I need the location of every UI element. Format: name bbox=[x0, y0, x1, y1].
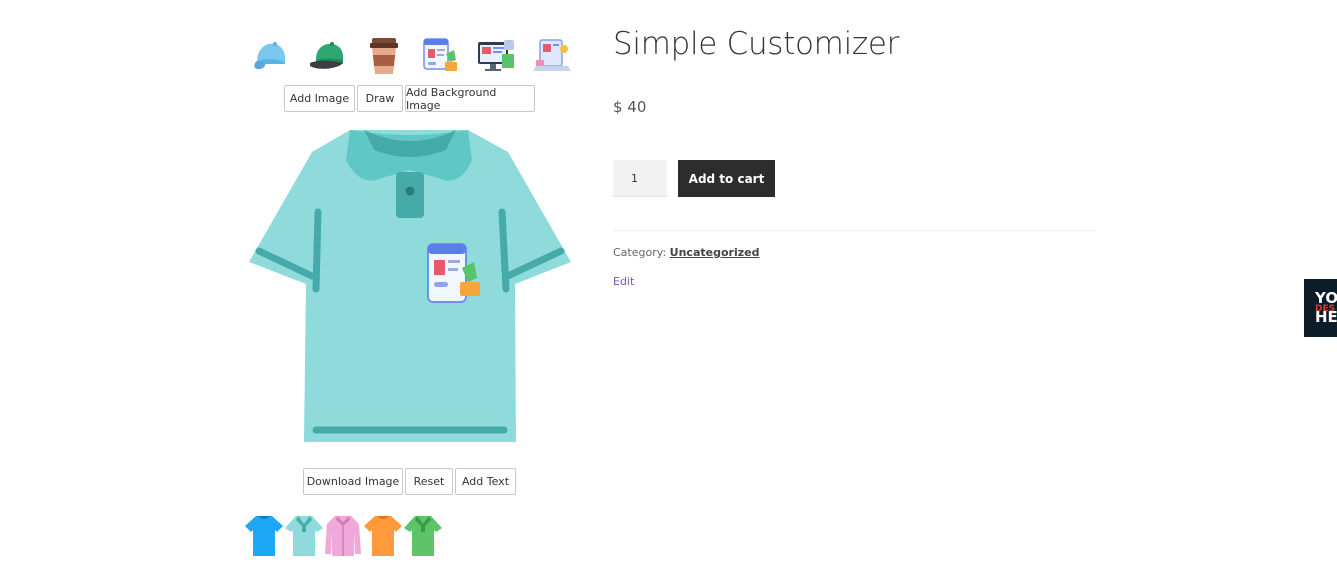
add-to-cart-button[interactable]: Add to cart bbox=[678, 160, 775, 197]
green-cap-icon[interactable] bbox=[308, 36, 348, 76]
customizer-canvas[interactable] bbox=[246, 124, 574, 450]
blue-tshirt-icon[interactable] bbox=[244, 514, 284, 558]
green-polo-icon[interactable] bbox=[403, 514, 443, 558]
coffee-cup-icon[interactable] bbox=[364, 36, 404, 76]
draw-button[interactable]: Draw bbox=[357, 85, 403, 112]
product-price: $ 40 bbox=[613, 98, 647, 116]
pink-shirt-icon[interactable] bbox=[323, 514, 363, 558]
product-category: Category: Uncategorized bbox=[613, 246, 759, 259]
teal-polo-icon[interactable] bbox=[284, 514, 324, 558]
web-design-icon[interactable] bbox=[420, 36, 460, 76]
orange-tshirt-icon[interactable] bbox=[363, 514, 403, 558]
product-title: Simple Customizer bbox=[613, 26, 900, 62]
laptop-design-icon[interactable] bbox=[532, 36, 572, 76]
quantity-input[interactable] bbox=[613, 160, 667, 197]
badge-line-3: HE bbox=[1315, 308, 1337, 326]
add-background-image-button[interactable]: Add Background Image bbox=[405, 85, 535, 112]
reset-button[interactable]: Reset bbox=[405, 468, 453, 495]
divider bbox=[613, 230, 1096, 231]
edit-link[interactable]: Edit bbox=[613, 275, 634, 288]
category-link[interactable]: Uncategorized bbox=[670, 246, 760, 259]
download-image-button[interactable]: Download Image bbox=[303, 468, 403, 495]
monitor-design-icon[interactable] bbox=[476, 36, 516, 76]
add-text-button[interactable]: Add Text bbox=[455, 468, 516, 495]
promo-badge[interactable]: YO DES HE bbox=[1304, 279, 1337, 337]
category-label: Category: bbox=[613, 246, 667, 259]
blue-cap-icon[interactable] bbox=[251, 36, 291, 76]
add-image-button[interactable]: Add Image bbox=[284, 85, 355, 112]
